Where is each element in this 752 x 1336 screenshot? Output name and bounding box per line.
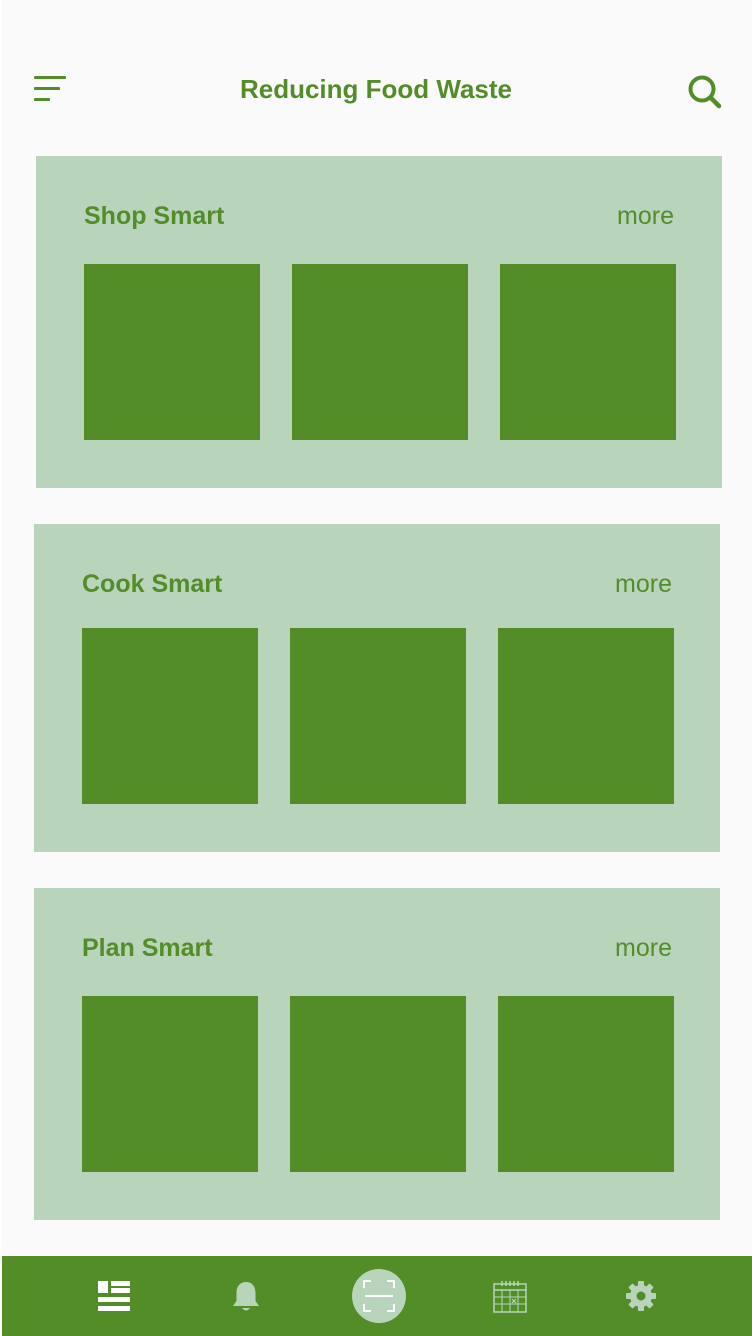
list-icon: [98, 1281, 130, 1311]
nav-item-settings[interactable]: [601, 1256, 681, 1336]
section-card-cook-smart: Cook Smart more: [34, 524, 720, 852]
section-tile[interactable]: [82, 996, 258, 1172]
section-title: Plan Smart: [82, 934, 213, 962]
more-link[interactable]: more: [615, 568, 672, 600]
section-title: Shop Smart: [84, 202, 225, 230]
nav-item-notifications[interactable]: [206, 1256, 286, 1336]
section-title: Cook Smart: [82, 570, 223, 598]
scan-icon: [363, 1280, 395, 1312]
section-tile[interactable]: [290, 996, 466, 1172]
nav-item-scan[interactable]: [339, 1256, 419, 1336]
section-tile[interactable]: [500, 264, 676, 440]
section-tile[interactable]: [498, 628, 674, 804]
app-screen: Reducing Food Waste Shop Smart more Cook…: [0, 0, 752, 1336]
more-link[interactable]: more: [617, 200, 674, 232]
screen-edge: [0, 0, 2, 1336]
section-card-plan-smart: Plan Smart more: [34, 888, 720, 1220]
section-tile[interactable]: [82, 628, 258, 804]
section-card-shop-smart: Shop Smart more: [36, 156, 722, 488]
search-icon: [688, 75, 722, 109]
section-tile[interactable]: [84, 264, 260, 440]
bottom-nav: [2, 1256, 752, 1336]
scan-button: [352, 1269, 406, 1323]
bell-icon: [233, 1282, 259, 1311]
top-bar: Reducing Food Waste: [0, 0, 752, 150]
calendar-icon: [493, 1281, 527, 1313]
section-tile[interactable]: [498, 996, 674, 1172]
section-tile[interactable]: [292, 264, 468, 440]
more-link[interactable]: more: [615, 932, 672, 964]
search-button[interactable]: [684, 71, 724, 111]
page-title: Reducing Food Waste: [239, 74, 513, 104]
nav-item-home[interactable]: [74, 1256, 154, 1336]
gear-icon: [626, 1281, 656, 1311]
nav-item-calendar[interactable]: [470, 1256, 550, 1336]
section-tile[interactable]: [290, 628, 466, 804]
